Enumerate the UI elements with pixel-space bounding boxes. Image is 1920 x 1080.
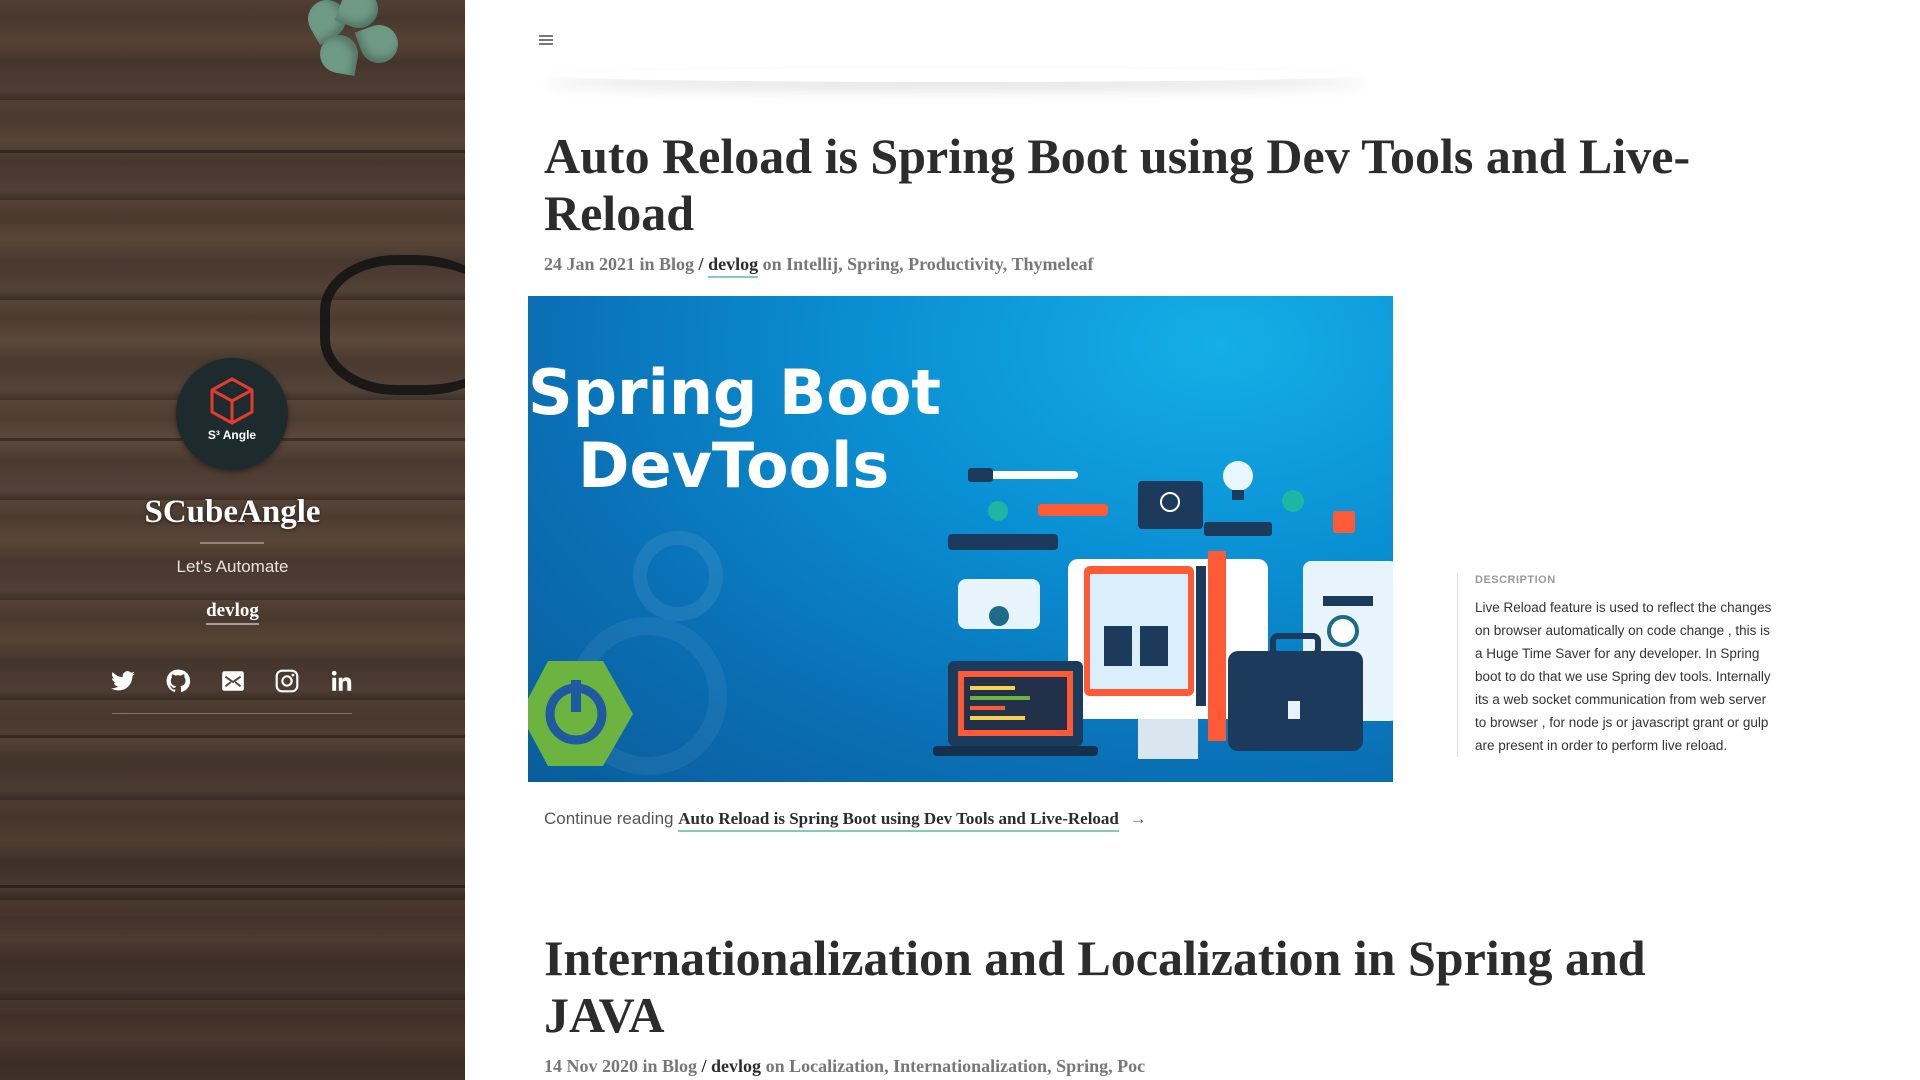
description-text: Live Reload feature is used to reflect t… xyxy=(1475,600,1772,753)
post-category[interactable]: Blog xyxy=(662,1056,697,1076)
continue-prefix: Continue reading xyxy=(544,809,674,828)
main-content: Auto Reload is Spring Boot using Dev Too… xyxy=(465,0,1920,1080)
cube-logo-icon xyxy=(210,377,254,425)
post-section-link[interactable]: devlog xyxy=(711,1056,761,1078)
continue-reading: Continue reading Auto Reload is Spring B… xyxy=(544,809,1147,832)
site-tagline: Let's Automate xyxy=(176,557,289,576)
post-tags[interactable]: Intellij, Spring, Productivity, Thymelea… xyxy=(786,254,1093,274)
social-links xyxy=(110,668,355,694)
site-logo[interactable]: S³ Angle xyxy=(176,358,288,470)
description-label: DESCRIPTION xyxy=(1475,574,1556,586)
meta-on-text: on xyxy=(765,1056,785,1076)
post-title[interactable]: Auto Reload is Spring Boot using Dev Too… xyxy=(544,128,1774,242)
meta-in-text: in xyxy=(639,254,655,274)
instagram-icon[interactable] xyxy=(274,668,300,694)
post-description-box: DESCRIPTION Live Reload feature is used … xyxy=(1457,574,1775,757)
post-title[interactable]: Internationalization and Localization in… xyxy=(544,930,1774,1044)
post-date: 24 Jan 2021 xyxy=(544,254,636,274)
meta-in-text: in xyxy=(642,1056,658,1076)
hamburger-menu-icon[interactable] xyxy=(539,35,553,46)
sidebar: S³ Angle SCubeAngle Let's Automate devlo… xyxy=(0,0,465,1080)
sidebar-nav: devlog xyxy=(0,600,465,625)
github-icon[interactable] xyxy=(165,668,191,694)
social-divider xyxy=(112,713,352,714)
meta-separator: / xyxy=(701,1056,707,1076)
logo-text: S³ Angle xyxy=(207,428,257,442)
top-bar xyxy=(465,0,1920,80)
twitter-icon[interactable] xyxy=(110,668,136,694)
post-tags[interactable]: Localization, Internationalization, Spri… xyxy=(789,1056,1145,1076)
sidebar-nav-devlog[interactable]: devlog xyxy=(206,600,259,625)
linkedin-icon[interactable] xyxy=(329,668,355,694)
post-hero-image[interactable]: Spring Boot DevTools xyxy=(528,296,1393,782)
meta-separator: / xyxy=(698,254,704,274)
post-meta: 24 Jan 2021 in Blog / devlog on Intellij… xyxy=(544,254,1093,278)
continue-reading-link[interactable]: Auto Reload is Spring Boot using Dev Too… xyxy=(678,809,1119,832)
title-divider xyxy=(200,542,264,544)
meta-on-text: on xyxy=(762,254,782,274)
arrow-right-icon: → xyxy=(1129,809,1147,828)
post-category[interactable]: Blog xyxy=(659,254,694,274)
email-icon[interactable] xyxy=(220,668,246,694)
post-date: 14 Nov 2020 xyxy=(544,1056,638,1076)
top-bar-shadow xyxy=(545,68,1365,82)
post-meta: 14 Nov 2020 in Blog / devlog on Localiza… xyxy=(544,1056,1145,1077)
post-section-link[interactable]: devlog xyxy=(708,254,759,278)
devtools-illustration xyxy=(528,461,1393,775)
sidebar-content: S³ Angle SCubeAngle Let's Automate devlo… xyxy=(0,0,465,1080)
site-title[interactable]: SCubeAngle xyxy=(0,494,465,531)
